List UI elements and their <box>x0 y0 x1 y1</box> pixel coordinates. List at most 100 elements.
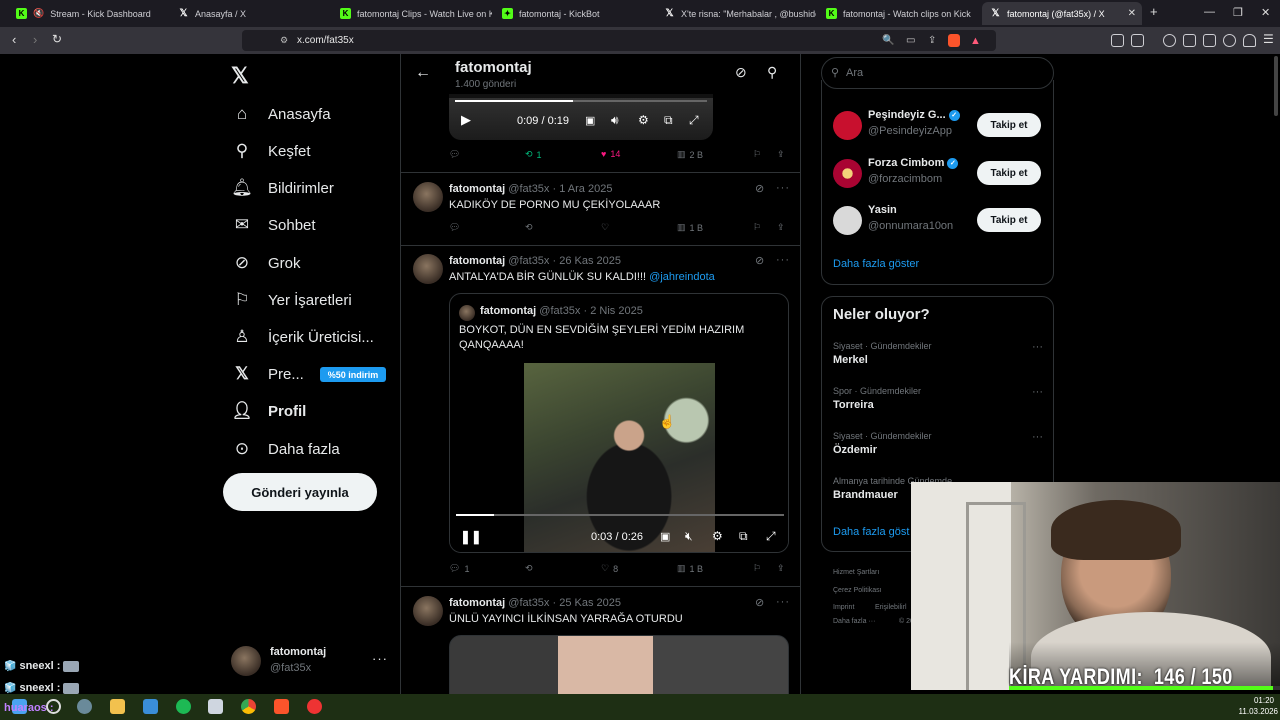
wallet-extension-icon[interactable] <box>1203 34 1216 47</box>
share-button[interactable]: ⇪ <box>777 149 785 160</box>
reload-button[interactable]: ↻ <box>52 32 62 46</box>
task-view-icon[interactable] <box>77 699 92 714</box>
volume-icon[interactable]: 🔊︎ <box>611 113 619 128</box>
wallet-icon[interactable] <box>1131 34 1144 47</box>
like-button[interactable]: ♥ 14 <box>601 149 620 159</box>
nav-item-notifications[interactable]: 🔔︎ Bildirimler <box>231 178 334 198</box>
nav-item-profile[interactable]: 👤︎ Profil <box>231 401 306 421</box>
extensions-icon[interactable] <box>1111 34 1124 47</box>
nav-item-premium[interactable]: 𝕏 Pre... <box>232 364 304 384</box>
grok-icon[interactable]: ⊘ <box>755 596 765 609</box>
video-player[interactable]: ▶ 0:09 / 0:19 ▣ 🔊︎ ⚙ ⧉ ⤢ <box>449 94 713 140</box>
footer-cookie-link[interactable]: Çerez Politikası <box>833 587 882 594</box>
spotify-icon[interactable] <box>176 699 191 714</box>
account-menu-icon[interactable]: ··· <box>372 651 388 666</box>
obs-icon[interactable] <box>307 699 322 714</box>
chrome-icon[interactable] <box>241 699 256 714</box>
trends-show-more-link[interactable]: Daha fazla göst <box>833 526 909 538</box>
captions-icon[interactable]: ▣ <box>660 530 670 543</box>
play-icon[interactable]: ▶ <box>461 112 471 128</box>
suggestion-name[interactable]: Forza Cimbom ✓ <box>868 157 959 169</box>
account-avatar[interactable] <box>231 646 261 676</box>
browser-menu-icon[interactable]: ☰ <box>1263 32 1274 46</box>
tweet-date[interactable]: 26 Kas 2025 <box>559 255 621 267</box>
settings-icon[interactable]: ⚙ <box>712 529 723 543</box>
trend-item[interactable]: Siyaset · Gündemdekiler Merkel ··· <box>833 341 1043 366</box>
bookmark-button[interactable]: ⚐ <box>753 149 761 160</box>
tab-anasayfa-x[interactable]: 𝕏 Anasayfa / X <box>170 2 330 25</box>
more-icon[interactable]: ··· <box>1032 431 1043 443</box>
nav-item-explore[interactable]: ⚲ Keşfet <box>232 141 311 161</box>
trend-item[interactable]: Spor · Gündemdekiler Torreira ··· <box>833 386 1043 411</box>
music-icon[interactable] <box>1163 34 1176 47</box>
follow-suggestion[interactable]: Forza Cimbom ✓ @forzacimbom Takip et <box>833 156 1043 190</box>
suggestion-avatar[interactable] <box>833 206 862 235</box>
pip-icon[interactable]: ⧉ <box>664 113 673 128</box>
tweet-date[interactable]: 25 Kas 2025 <box>559 597 621 609</box>
brave-shields-icon[interactable] <box>948 34 960 47</box>
trend-item[interactable]: Siyaset · Gündemdekiler Özdemir ··· <box>833 431 1043 456</box>
views-button[interactable]: ▥ 1 B <box>677 563 703 574</box>
sidebar-icon[interactable] <box>1183 34 1196 47</box>
like-button[interactable]: ♡ 8 <box>601 563 618 574</box>
brave-icon[interactable] <box>274 699 289 714</box>
show-more-link[interactable]: Daha fazla göster <box>833 258 919 270</box>
suggestion-name[interactable]: Yasin <box>868 204 897 216</box>
tweet-media-image[interactable] <box>449 635 789 694</box>
follow-suggestion[interactable]: Yasin @onnumara10on Takip et <box>833 203 1043 237</box>
back-arrow-icon[interactable]: ← <box>415 64 431 82</box>
tweet-author[interactable]: fatomontaj <box>449 183 505 195</box>
address-bar[interactable]: ⚙ x.com/fat35x 🔍 ▭ ⇪ ▲ <box>242 30 996 51</box>
x-logo-icon[interactable]: 𝕏 <box>231 63 249 89</box>
retweet-button[interactable]: ⟲ <box>525 222 533 233</box>
back-button[interactable]: ‹ <box>12 32 16 47</box>
quote-video-player[interactable]: ❚❚ 0:03 / 0:26 ▣ 🔇︎ ⚙ ⧉ ⤢ <box>450 363 788 552</box>
tab-x-risna[interactable]: 𝕏 X'te risna: "Merhabalar , @bushidow <box>656 2 816 25</box>
search-icon[interactable]: ⚲ <box>767 64 777 81</box>
post-button[interactable]: Gönderi yayınla <box>223 473 377 511</box>
vpn-icon[interactable] <box>1243 34 1256 47</box>
suggestion-avatar[interactable] <box>833 159 862 188</box>
footer-accessibility-link[interactable]: Erişilebilirl <box>875 604 907 611</box>
reply-button[interactable]: 💬︎ 1 <box>449 563 469 574</box>
footer-more-link[interactable]: Daha fazla ··· <box>833 618 875 625</box>
more-icon[interactable]: ··· <box>776 254 790 266</box>
close-tab-icon[interactable]: ✕ <box>1128 8 1136 19</box>
tab-fatomontaj-x[interactable]: 𝕏 fatomontaj (@fat35x) / X ✕ <box>982 2 1142 25</box>
taskbar-time[interactable]: 01:20 <box>1230 696 1274 705</box>
retweet-button[interactable]: ⟲ 1 <box>525 149 542 160</box>
like-button[interactable]: ♡ <box>601 222 609 233</box>
more-icon[interactable]: ··· <box>776 182 790 194</box>
nav-item-bookmarks[interactable]: ⚐ Yer İşaretleri <box>232 290 351 310</box>
close-window-button[interactable]: ✕ <box>1261 6 1270 19</box>
video-progress-track[interactable] <box>455 100 707 102</box>
share-button[interactable]: ⇪ <box>777 563 785 574</box>
forward-button[interactable]: › <box>33 32 37 47</box>
nav-item-creator-studio[interactable]: ♙ İçerik Üreticisi... <box>232 327 373 347</box>
tab-kickbot[interactable]: ✦ fatomontaj - KickBot <box>494 2 654 25</box>
maximize-button[interactable]: ❐ <box>1233 6 1243 19</box>
nav-item-messages[interactable]: ✉ Sohbet <box>232 215 316 235</box>
reply-button[interactable]: 💬︎ <box>449 222 460 233</box>
tweet-avatar[interactable] <box>413 254 443 284</box>
new-tab-button[interactable]: + <box>1150 4 1158 19</box>
grok-icon[interactable]: ⊘ <box>735 64 747 81</box>
views-button[interactable]: ▥ 1 B <box>677 222 703 233</box>
brave-rewards-icon[interactable]: ▲ <box>970 35 981 47</box>
tab-kick-dashboard[interactable]: K 🔇 Stream - Kick Dashboard <box>8 2 168 25</box>
mail-app-icon[interactable] <box>143 699 158 714</box>
premium-discount-badge[interactable]: %50 indirim <box>320 367 386 382</box>
tweet-date[interactable]: 1 Ara 2025 <box>559 183 612 195</box>
settings-icon[interactable]: ⚙ <box>638 113 649 127</box>
file-explorer-icon[interactable] <box>110 699 125 714</box>
more-icon[interactable]: ··· <box>776 596 790 608</box>
suggestion-name[interactable]: Peşindeyiz G... ✓ <box>868 109 960 121</box>
grok-icon[interactable]: ⊘ <box>755 254 765 267</box>
minimize-button[interactable]: — <box>1204 6 1215 18</box>
quote-tweet[interactable]: fatomontaj @fat35x · 2 Nis 2025 BOYKOT, … <box>449 293 789 553</box>
leo-ai-icon[interactable] <box>1223 34 1236 47</box>
more-icon[interactable]: ··· <box>1032 386 1043 398</box>
share-button[interactable]: ⇪ <box>777 222 785 233</box>
pip-icon[interactable]: ⧉ <box>739 529 748 544</box>
bookmark-button[interactable]: ⚐ <box>753 563 761 574</box>
